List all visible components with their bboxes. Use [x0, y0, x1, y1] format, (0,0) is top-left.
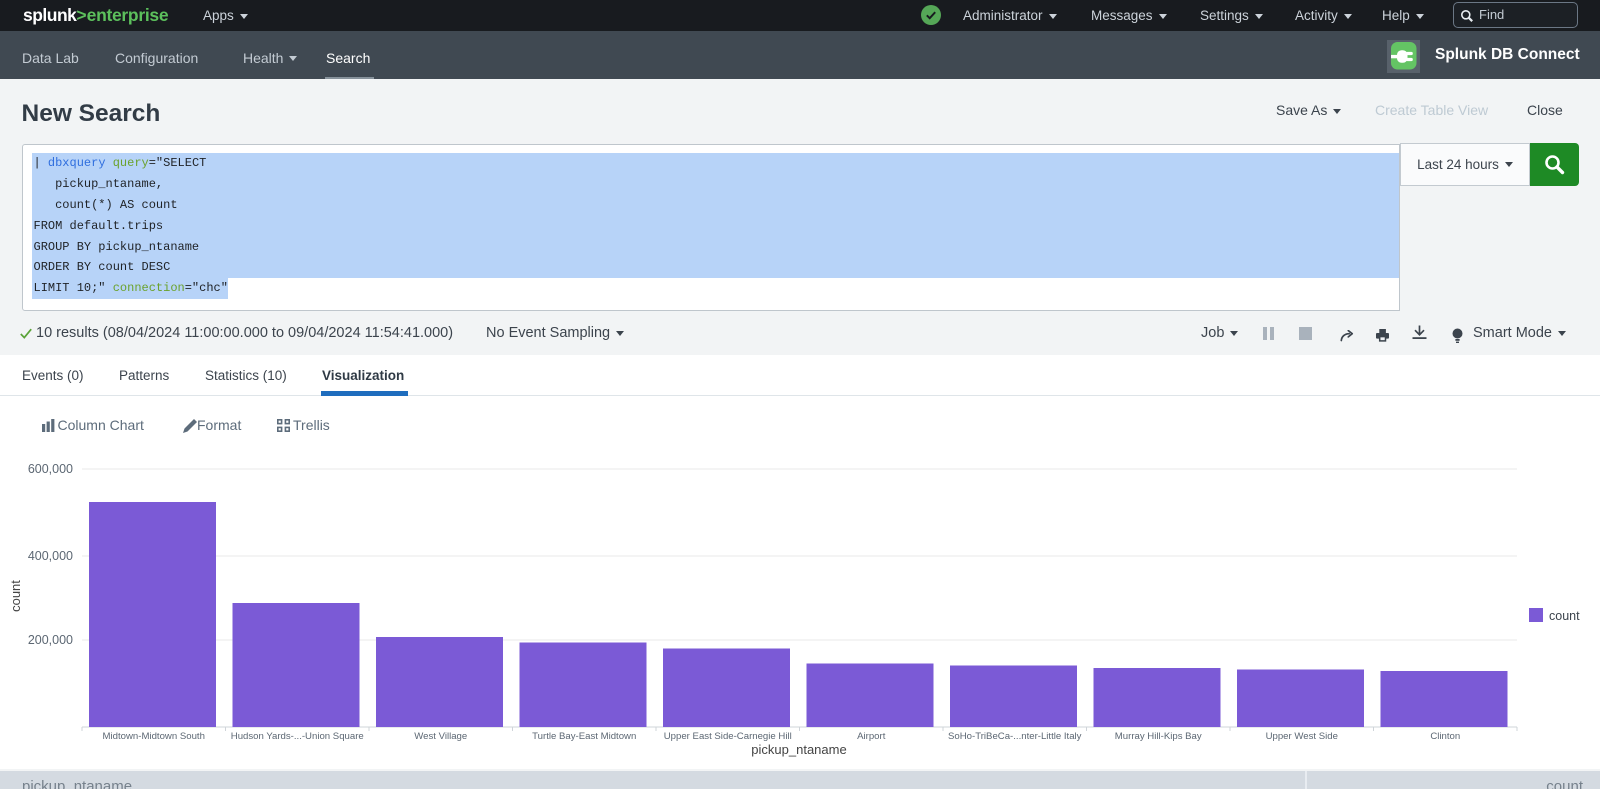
svg-text:pickup_ntaname: pickup_ntaname: [751, 742, 846, 757]
svg-text:Murray Hill-Kips Bay: Murray Hill-Kips Bay: [1115, 731, 1202, 742]
svg-text:400,000: 400,000: [28, 549, 73, 563]
svg-text:West Village: West Village: [414, 731, 467, 742]
svg-text:Midtown-Midtown South: Midtown-Midtown South: [103, 731, 205, 742]
svg-text:600,000: 600,000: [28, 462, 73, 476]
svg-text:Upper East Side-Carnegie Hill: Upper East Side-Carnegie Hill: [664, 731, 792, 742]
svg-text:200,000: 200,000: [28, 633, 73, 647]
svg-text:Hudson Yards-...-Union Square: Hudson Yards-...-Union Square: [231, 731, 364, 742]
svg-text:Clinton: Clinton: [1430, 731, 1460, 742]
svg-text:Turtle Bay-East Midtown: Turtle Bay-East Midtown: [532, 731, 636, 742]
svg-text:Airport: Airport: [857, 731, 886, 742]
svg-text:count: count: [8, 580, 23, 612]
svg-text:SoHo-TriBeCa-...nter-Little It: SoHo-TriBeCa-...nter-Little Italy: [948, 731, 1082, 742]
svg-text:count: count: [1549, 609, 1580, 623]
svg-text:Upper West Side: Upper West Side: [1266, 731, 1338, 742]
